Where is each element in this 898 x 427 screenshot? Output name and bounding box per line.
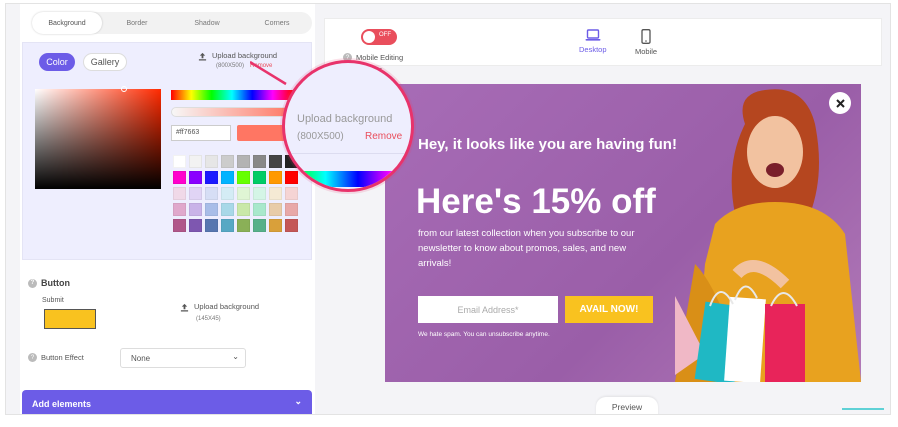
color-swatch[interactable]	[237, 155, 250, 168]
spam-note[interactable]: We hate spam. You can unsubscribe anytim…	[418, 331, 550, 338]
color-swatch[interactable]	[205, 155, 218, 168]
color-swatch[interactable]	[269, 155, 282, 168]
close-button[interactable]	[829, 92, 851, 114]
woman-with-shopping-bags-image[interactable]	[675, 84, 861, 382]
saturation-picker[interactable]	[35, 86, 161, 189]
close-icon	[835, 98, 845, 108]
alpha-slider[interactable]	[171, 107, 293, 117]
mobile-view-button[interactable]: Mobile	[635, 29, 657, 56]
color-swatch[interactable]	[173, 219, 186, 232]
help-icon[interactable]: ?	[28, 278, 37, 288]
color-swatch[interactable]	[173, 155, 186, 168]
phone-icon	[641, 29, 651, 44]
button-effect-value: None	[131, 354, 151, 363]
color-swatch[interactable]	[221, 219, 234, 232]
color-swatch[interactable]	[253, 155, 266, 168]
color-swatch[interactable]	[221, 187, 234, 200]
magnifier-lens: Upload background (800X500) Remove	[282, 60, 414, 192]
hue-slider[interactable]	[171, 90, 293, 100]
color-swatch[interactable]	[237, 219, 250, 232]
tab-background[interactable]: Background	[32, 12, 102, 34]
editor-frame: Background Border Shadow Corners Color G…	[5, 3, 891, 415]
add-elements-label: Add elements	[32, 399, 92, 409]
color-swatch[interactable]	[285, 203, 298, 216]
color-swatch[interactable]	[205, 219, 218, 232]
toggle-knob	[363, 31, 375, 43]
saturation-handle[interactable]	[121, 86, 127, 92]
button-effect-select[interactable]: None ⌄	[120, 348, 246, 368]
preview-button[interactable]: Preview	[596, 397, 658, 414]
scroll-indicator	[842, 408, 884, 410]
color-swatch[interactable]	[253, 203, 266, 216]
color-swatch[interactable]	[253, 219, 266, 232]
add-elements-accordion[interactable]: Add elements ⌄	[22, 390, 312, 414]
color-swatch[interactable]	[237, 187, 250, 200]
lens-remove-label: Remove	[365, 131, 403, 142]
color-swatch[interactable]	[269, 203, 282, 216]
chevron-down-icon: ⌄	[294, 396, 302, 406]
laptop-icon	[585, 29, 601, 41]
color-swatch[interactable]	[285, 219, 298, 232]
avail-now-button[interactable]: AVAIL NOW!	[565, 296, 653, 323]
email-input[interactable]: Email Address*	[418, 296, 558, 323]
submit-label: Submit	[42, 297, 64, 304]
help-icon[interactable]: ?	[28, 353, 37, 362]
hex-input[interactable]: #ff7663	[171, 125, 231, 141]
color-swatch[interactable]	[269, 219, 282, 232]
color-swatch[interactable]	[189, 155, 202, 168]
upload-size-label: (800X500)	[216, 62, 245, 69]
color-swatch[interactable]	[253, 187, 266, 200]
color-swatch[interactable]	[237, 171, 250, 184]
lens-upload-label: Upload background	[297, 113, 393, 125]
gallery-mode-button[interactable]: Gallery	[83, 53, 127, 71]
button-effect-label: ? Button Effect	[28, 353, 84, 362]
popup-description[interactable]: from our latest collection when you subs…	[418, 226, 648, 271]
color-swatch[interactable]	[269, 171, 282, 184]
color-swatches	[173, 155, 298, 232]
upload-button-label: Upload background	[194, 302, 260, 311]
tab-corners[interactable]: Corners	[242, 12, 312, 34]
color-swatch[interactable]	[221, 203, 234, 216]
lens-hue-slider	[293, 171, 411, 187]
upload-icon	[198, 52, 207, 61]
desktop-view-button[interactable]: Desktop	[579, 29, 607, 54]
color-swatch[interactable]	[189, 219, 202, 232]
color-swatch[interactable]	[173, 203, 186, 216]
button-section-title: ? Button	[28, 278, 70, 288]
color-swatch[interactable]	[173, 187, 186, 200]
magnifier-pointer	[250, 60, 287, 86]
popup-preview: Hey, it looks like you are having fun! H…	[385, 84, 861, 382]
color-mode-button[interactable]: Color	[39, 53, 75, 71]
preview-header: OFF ? Mobile Editing Corner Desktop Mobi…	[324, 18, 882, 74]
color-swatch[interactable]	[205, 171, 218, 184]
submit-color-swatch[interactable]	[44, 309, 96, 329]
upload-button-size: (145X45)	[196, 315, 221, 322]
tab-shadow[interactable]: Shadow	[172, 12, 242, 34]
color-swatch[interactable]	[221, 171, 234, 184]
upload-icon	[180, 303, 189, 312]
popup-offer[interactable]: Here's 15% off	[416, 182, 656, 222]
color-swatch[interactable]	[205, 187, 218, 200]
color-swatch[interactable]	[189, 171, 202, 184]
lens-divider	[285, 153, 411, 154]
color-swatch[interactable]	[269, 187, 282, 200]
color-swatch[interactable]	[173, 171, 186, 184]
toggle-state: OFF	[379, 32, 391, 38]
tab-border[interactable]: Border	[102, 12, 172, 34]
color-swatch[interactable]	[189, 187, 202, 200]
upload-button-background[interactable]: Upload background (145X45)	[180, 302, 259, 322]
mobile-editing-toggle[interactable]: OFF	[361, 29, 397, 45]
style-tabs: Background Border Shadow Corners	[32, 12, 312, 34]
popup-headline[interactable]: Hey, it looks like you are having fun!	[418, 136, 677, 153]
chevron-down-icon: ⌄	[232, 352, 239, 361]
color-swatch[interactable]	[221, 155, 234, 168]
color-swatch[interactable]	[285, 187, 298, 200]
color-swatch[interactable]	[253, 171, 266, 184]
color-swatch[interactable]	[237, 203, 250, 216]
color-swatch[interactable]	[189, 203, 202, 216]
lens-upload-size: (800X500)	[297, 131, 344, 142]
color-swatch[interactable]	[205, 203, 218, 216]
